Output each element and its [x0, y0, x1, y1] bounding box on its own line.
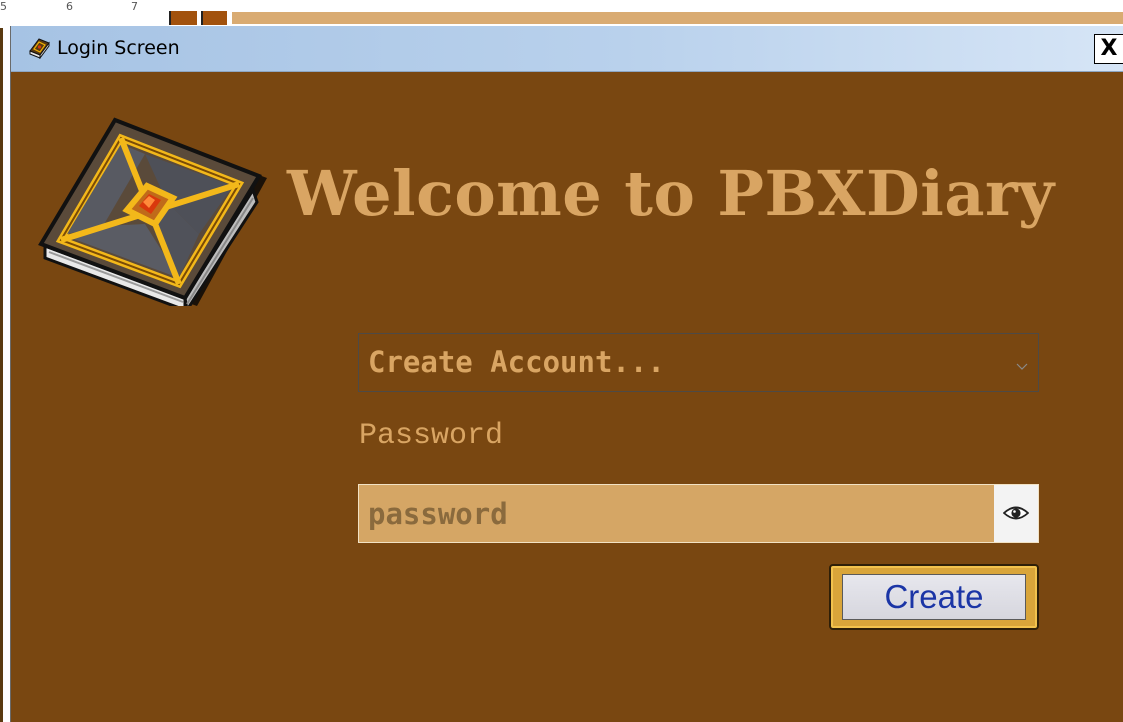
background-edge — [0, 28, 3, 722]
close-icon: X — [1100, 36, 1118, 61]
eye-icon — [1003, 506, 1029, 520]
background-window-strip: 5 6 7 — [0, 0, 1123, 28]
password-field — [358, 484, 1039, 543]
ruler-number: 6 — [66, 0, 73, 13]
book-icon — [27, 37, 51, 60]
ruler-number: 5 — [0, 0, 7, 13]
chevron-down-icon — [1016, 358, 1028, 370]
book-logo-icon — [27, 106, 277, 315]
ruler-number: 7 — [131, 0, 138, 13]
create-button[interactable]: Create — [829, 564, 1039, 630]
close-button[interactable]: X — [1094, 34, 1123, 64]
login-window: Login Screen X Welcome to PBXDiary Creat… — [10, 26, 1123, 722]
create-button-face: Create — [842, 574, 1026, 620]
account-select-value: Create Account... — [368, 345, 665, 379]
password-input[interactable] — [359, 485, 993, 542]
background-swatch — [201, 11, 227, 25]
welcome-heading: Welcome to PBXDiary — [287, 157, 1055, 230]
account-select[interactable]: Create Account... — [358, 333, 1039, 392]
reveal-password-button[interactable] — [994, 485, 1038, 542]
create-button-label: Create — [884, 578, 984, 615]
background-swatch — [169, 11, 197, 25]
title-bar[interactable]: Login Screen X — [11, 26, 1123, 72]
background-bar — [232, 12, 1123, 24]
password-label: Password — [359, 419, 504, 453]
window-title: Login Screen — [57, 37, 180, 59]
